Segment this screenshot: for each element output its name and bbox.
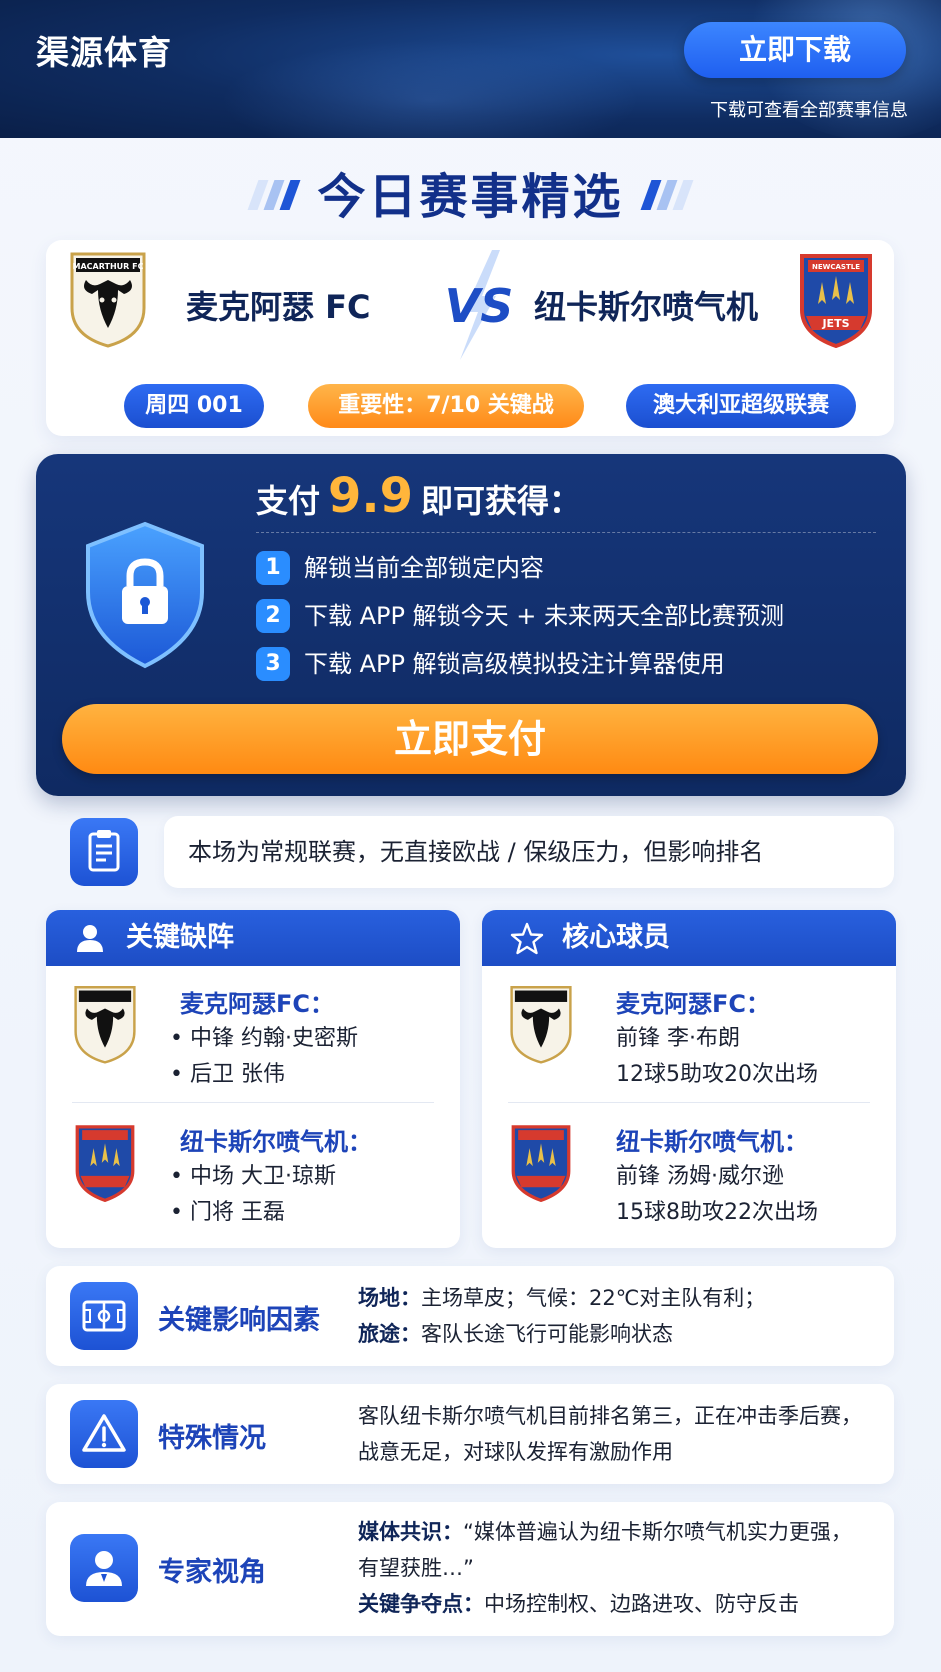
- lock-shield-icon: [86, 521, 204, 669]
- macarthur-logo-text: MACARTHUR FC: [73, 262, 144, 271]
- newcastle-jets-logo: NEWCASTLE JETS: [800, 254, 872, 348]
- absences-away-line-1: • 中场 大卫·琼斯: [170, 1164, 336, 1189]
- week-tag: 周四 001: [124, 384, 264, 428]
- key-factors-line-2: 旅途：客队长途飞行可能影响状态: [358, 1316, 673, 1352]
- key-factors-card: 关键影响因素 场地：主场草皮；气候：22℃对主队有利； 旅途：客队长途飞行可能影…: [46, 1266, 894, 1366]
- factor-label: 场地：: [358, 1286, 421, 1310]
- title-decoration-left: [247, 180, 301, 214]
- importance-tag: 重要性：7/10 关键战: [308, 384, 584, 428]
- core-players-card: 核心球员 麦克阿瑟FC： 前锋 李·布朗 12球5助攻20次出场 纽卡斯尔喷气机…: [482, 910, 896, 1248]
- pay-prefix: 支付: [256, 482, 321, 520]
- svg-text:VS: VS: [445, 279, 514, 333]
- pay-suffix: 即可获得：: [421, 482, 582, 520]
- pay-title: 支付 9.9 即可获得：: [256, 468, 581, 524]
- key-absences-header: 关键缺阵: [46, 910, 460, 966]
- special-situation-title: 特殊情况: [158, 1423, 266, 1454]
- section-title: 今日赛事精选: [0, 162, 941, 232]
- expert-label: 媒体共识：: [358, 1520, 463, 1544]
- brand-name: 渠源体育: [36, 33, 172, 72]
- warning-icon: [70, 1400, 138, 1468]
- top-banner: 渠源体育 立即下载 下载可查看全部赛事信息: [0, 0, 941, 138]
- newcastle-jets-logo: [75, 1125, 135, 1202]
- absences-home-team: 麦克阿瑟FC：: [180, 990, 335, 1018]
- star-icon: [510, 922, 544, 955]
- special-situation-card: 特殊情况 客队纽卡斯尔喷气机目前排名第三，正在冲击季后赛， 战意无足，对球队发挥…: [46, 1384, 894, 1484]
- special-line-2: 战意无足，对球队发挥有激励作用: [358, 1440, 673, 1464]
- macarthur-fc-logo: MACARTHUR FC: [70, 252, 146, 348]
- key-factors-line-1: 场地：主场草皮；气候：22℃对主队有利；: [358, 1280, 765, 1316]
- expert-view-title: 专家视角: [158, 1557, 266, 1588]
- expert-text: 中场控制权、边路进攻、防守反击: [484, 1592, 799, 1616]
- away-team-name: 纽卡斯尔喷气机: [534, 288, 759, 326]
- vs-icon: VS: [445, 250, 514, 360]
- expert-text: “媒体普遍认为纽卡斯尔喷气机实力更强，: [463, 1520, 852, 1544]
- absences-away-line-2: • 门将 王磊: [170, 1200, 285, 1225]
- download-hint: 下载可查看全部赛事信息: [710, 100, 908, 121]
- benefit-item-3: 3 下载 APP 解锁高级模拟投注计算器使用: [256, 644, 725, 682]
- user-icon: [77, 925, 103, 952]
- core-home-line-2: 12球5助攻20次出场: [616, 1062, 818, 1087]
- core-away-line-1: 前锋 汤姆·威尔逊: [616, 1164, 784, 1189]
- key-factors-title: 关键影响因素: [158, 1305, 320, 1336]
- expert-avatar-icon: [70, 1534, 138, 1602]
- download-button[interactable]: 立即下载: [684, 22, 906, 78]
- absences-home-line-2: • 后卫 张伟: [170, 1062, 285, 1087]
- expert-line-3: 关键争夺点：中场控制权、边路进攻、防守反击: [358, 1586, 799, 1622]
- benefit-number: 1: [256, 551, 290, 585]
- macarthur-fc-logo: [74, 986, 136, 1064]
- pay-now-button[interactable]: 立即支付: [62, 704, 878, 774]
- absences-home-line-1: • 中锋 约翰·史密斯: [170, 1026, 358, 1051]
- benefit-number: 2: [256, 599, 290, 633]
- factor-text: 主场草皮；气候：22℃对主队有利；: [421, 1286, 766, 1310]
- pay-divider: [256, 532, 876, 533]
- core-away-line-2: 15球8助攻22次出场: [616, 1200, 818, 1225]
- benefit-number: 3: [256, 647, 290, 681]
- expert-line-1: 媒体共识：“媒体普遍认为纽卡斯尔喷气机实力更强，: [358, 1514, 852, 1550]
- benefit-text: 解锁当前全部锁定内容: [304, 554, 544, 582]
- benefit-item-2: 2 下载 APP 解锁今天 + 未来两天全部比赛预测: [256, 596, 784, 634]
- factor-label: 旅途：: [358, 1322, 421, 1346]
- core-away-team: 纽卡斯尔喷气机：: [616, 1128, 808, 1156]
- benefit-item-1: 1 解锁当前全部锁定内容: [256, 548, 544, 586]
- pay-price: 9.9: [328, 468, 414, 524]
- key-absences-title: 关键缺阵: [126, 922, 234, 953]
- expert-label: 关键争夺点：: [358, 1592, 484, 1616]
- clipboard-icon: [70, 818, 138, 886]
- title-decoration-right: [640, 180, 694, 214]
- svg-text:NEWCASTLE: NEWCASTLE: [812, 263, 860, 271]
- core-players-header: 核心球员: [482, 910, 896, 966]
- benefit-text: 下载 APP 解锁高级模拟投注计算器使用: [304, 650, 725, 678]
- match-card[interactable]: MACARTHUR FC 麦克阿瑟 FC VS 纽卡斯尔喷气机 NEWCASTL…: [46, 240, 894, 436]
- divider: [508, 1102, 870, 1103]
- svg-text:JETS: JETS: [821, 317, 849, 330]
- pay-card: 支付 9.9 即可获得： 1 解锁当前全部锁定内容 2 下载 APP 解锁今天 + 未来…: [36, 454, 906, 796]
- home-team-name: 麦克阿瑟 FC: [186, 288, 371, 326]
- core-players-title: 核心球员: [562, 922, 670, 953]
- expert-line-2: 有望获胜…”: [358, 1556, 474, 1580]
- absences-away-team: 纽卡斯尔喷气机：: [180, 1128, 372, 1156]
- section-title-text: 今日赛事精选: [317, 169, 624, 225]
- match-note: 本场为常规联赛，无直接欧战 / 保级压力，但影响排名: [164, 816, 894, 888]
- benefit-text: 下载 APP 解锁今天 + 未来两天全部比赛预测: [304, 602, 784, 630]
- core-home-team: 麦克阿瑟FC：: [616, 990, 771, 1018]
- league-tag: 澳大利亚超级联赛: [626, 384, 856, 428]
- pitch-icon: [70, 1282, 138, 1350]
- core-home-line-1: 前锋 李·布朗: [616, 1026, 740, 1051]
- expert-view-card: 专家视角 媒体共识：“媒体普遍认为纽卡斯尔喷气机实力更强， 有望获胜…” 关键争…: [46, 1502, 894, 1636]
- special-line-1: 客队纽卡斯尔喷气机目前排名第三，正在冲击季后赛，: [358, 1404, 862, 1428]
- divider: [72, 1102, 434, 1103]
- newcastle-jets-logo: [511, 1125, 571, 1202]
- key-absences-card: 关键缺阵 麦克阿瑟FC： • 中锋 约翰·史密斯 • 后卫 张伟 纽卡斯尔喷气机…: [46, 910, 460, 1248]
- factor-text: 客队长途飞行可能影响状态: [421, 1322, 673, 1346]
- macarthur-fc-logo: [510, 986, 572, 1064]
